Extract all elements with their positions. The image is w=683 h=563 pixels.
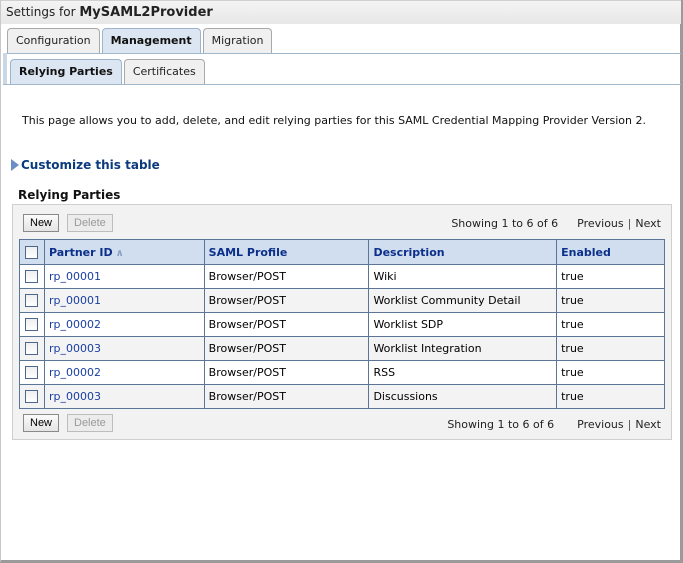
tab-management[interactable]: Management <box>101 28 201 54</box>
partner-id-link[interactable]: rp_00001 <box>49 270 101 283</box>
delete-button-top[interactable]: Delete <box>67 214 113 232</box>
select-all-checkbox[interactable] <box>25 245 38 259</box>
row-select-cell <box>19 360 45 385</box>
partner-id-cell: rp_00002 <box>43 360 205 385</box>
settings-window: Settings for MySAML2Provider Configurati… <box>0 0 683 563</box>
new-button-top[interactable]: New <box>23 214 60 232</box>
row-checkbox[interactable] <box>25 366 38 380</box>
main-tabs: Configuration Management Migration <box>7 28 273 54</box>
row-select-cell <box>19 264 45 289</box>
delete-button-bottom[interactable]: Delete <box>67 414 113 432</box>
row-checkbox[interactable] <box>25 342 38 356</box>
tab-relying-parties[interactable]: Relying Parties <box>10 59 122 85</box>
description-cell: RSS <box>368 360 558 385</box>
partner-id-link[interactable]: rp_00003 <box>49 390 101 403</box>
row-select-cell <box>19 288 45 313</box>
tab-configuration[interactable]: Configuration <box>7 28 100 54</box>
table-row: rp_00002 Browser/POST Worklist SDP true <box>19 312 665 337</box>
enabled-cell: true <box>556 384 665 409</box>
row-select-cell <box>19 384 45 409</box>
intro-text: This page allows you to add, delete, and… <box>22 114 646 127</box>
showing-count-bottom: Showing 1 to 6 of 6 <box>447 418 555 431</box>
saml-profile-cell: Browser/POST <box>203 288 370 313</box>
table-row: rp_00002 Browser/POST RSS true <box>19 360 665 385</box>
enabled-cell: true <box>556 336 665 361</box>
saml-profile-cell: Browser/POST <box>203 264 370 289</box>
partner-id-link[interactable]: rp_00002 <box>49 366 101 379</box>
table-header-row: Partner ID ∧ SAML Profile Description Ena… <box>19 239 665 265</box>
pager-bottom: Showing 1 to 6 of 6 Previous | Next <box>447 418 661 431</box>
row-select-cell <box>19 312 45 337</box>
column-header-description[interactable]: Description <box>368 239 558 265</box>
select-all-cell <box>19 239 45 265</box>
description-cell: Worklist Community Detail <box>368 288 558 313</box>
column-header-partner-id[interactable]: Partner ID ∧ <box>43 239 205 265</box>
description-cell: Worklist SDP <box>368 312 558 337</box>
table-row: rp_00003 Browser/POST Worklist Integrati… <box>19 336 665 361</box>
section-title: Relying Parties <box>18 188 121 202</box>
next-link-bottom[interactable]: Next <box>635 418 661 431</box>
next-link-top[interactable]: Next <box>635 217 661 230</box>
page-title-prefix: Settings for <box>6 5 80 19</box>
provider-name: MySAML2Provider <box>79 5 213 20</box>
sub-tabs: Relying Parties Certificates <box>10 59 205 85</box>
partner-id-cell: rp_00001 <box>43 288 205 313</box>
sort-ascending-icon[interactable]: ∧ <box>116 248 124 259</box>
tab-certificates[interactable]: Certificates <box>123 59 205 85</box>
enabled-cell: true <box>556 264 665 289</box>
partner-id-link[interactable]: rp_00002 <box>49 318 101 331</box>
pager-top: Showing 1 to 6 of 6 Previous | Next <box>451 217 661 230</box>
column-header-enabled[interactable]: Enabled <box>556 239 665 265</box>
partner-id-link[interactable]: rp_00003 <box>49 342 101 355</box>
column-header-saml-profile[interactable]: SAML Profile <box>203 239 370 265</box>
pager-separator: | <box>627 418 632 431</box>
previous-link-top[interactable]: Previous <box>577 217 624 230</box>
saml-profile-cell: Browser/POST <box>203 360 370 385</box>
customize-table-label: Customize this table <box>21 158 160 172</box>
pager-separator: | <box>627 217 632 230</box>
saml-profile-cell: Browser/POST <box>203 312 370 337</box>
description-cell: Worklist Integration <box>368 336 558 361</box>
row-checkbox[interactable] <box>25 318 38 332</box>
partner-id-link[interactable]: rp_00001 <box>49 294 101 307</box>
partner-id-cell: rp_00003 <box>43 384 205 409</box>
partner-id-cell: rp_00001 <box>43 264 205 289</box>
page-title: Settings for MySAML2Provider <box>6 5 213 20</box>
title-bar: Settings for MySAML2Provider <box>1 0 681 24</box>
showing-count-top: Showing 1 to 6 of 6 <box>451 217 559 230</box>
row-select-cell <box>19 336 45 361</box>
relying-parties-table: Partner ID ∧ SAML Profile Description Ena… <box>19 239 665 409</box>
row-checkbox[interactable] <box>25 270 38 284</box>
description-cell: Wiki <box>368 264 558 289</box>
column-label: Partner ID <box>48 245 113 259</box>
partner-id-cell: rp_00002 <box>43 312 205 337</box>
partner-id-cell: rp_00003 <box>43 336 205 361</box>
row-checkbox[interactable] <box>25 390 38 404</box>
table-row: rp_00001 Browser/POST Wiki true <box>19 264 665 289</box>
saml-profile-cell: Browser/POST <box>203 384 370 409</box>
table-row: rp_00003 Browser/POST Discussions true <box>19 384 665 409</box>
tab-migration[interactable]: Migration <box>202 28 273 54</box>
enabled-cell: true <box>556 312 665 337</box>
enabled-cell: true <box>556 288 665 313</box>
row-checkbox[interactable] <box>25 294 38 308</box>
saml-profile-cell: Browser/POST <box>203 336 370 361</box>
previous-link-bottom[interactable]: Previous <box>577 418 624 431</box>
table-row: rp_00001 Browser/POST Worklist Community… <box>19 288 665 313</box>
customize-table-link[interactable]: Customize this table <box>11 158 160 172</box>
enabled-cell: true <box>556 360 665 385</box>
new-button-bottom[interactable]: New <box>23 414 60 432</box>
subtab-divider <box>3 84 681 85</box>
expand-arrow-icon <box>11 159 19 171</box>
description-cell: Discussions <box>368 384 558 409</box>
